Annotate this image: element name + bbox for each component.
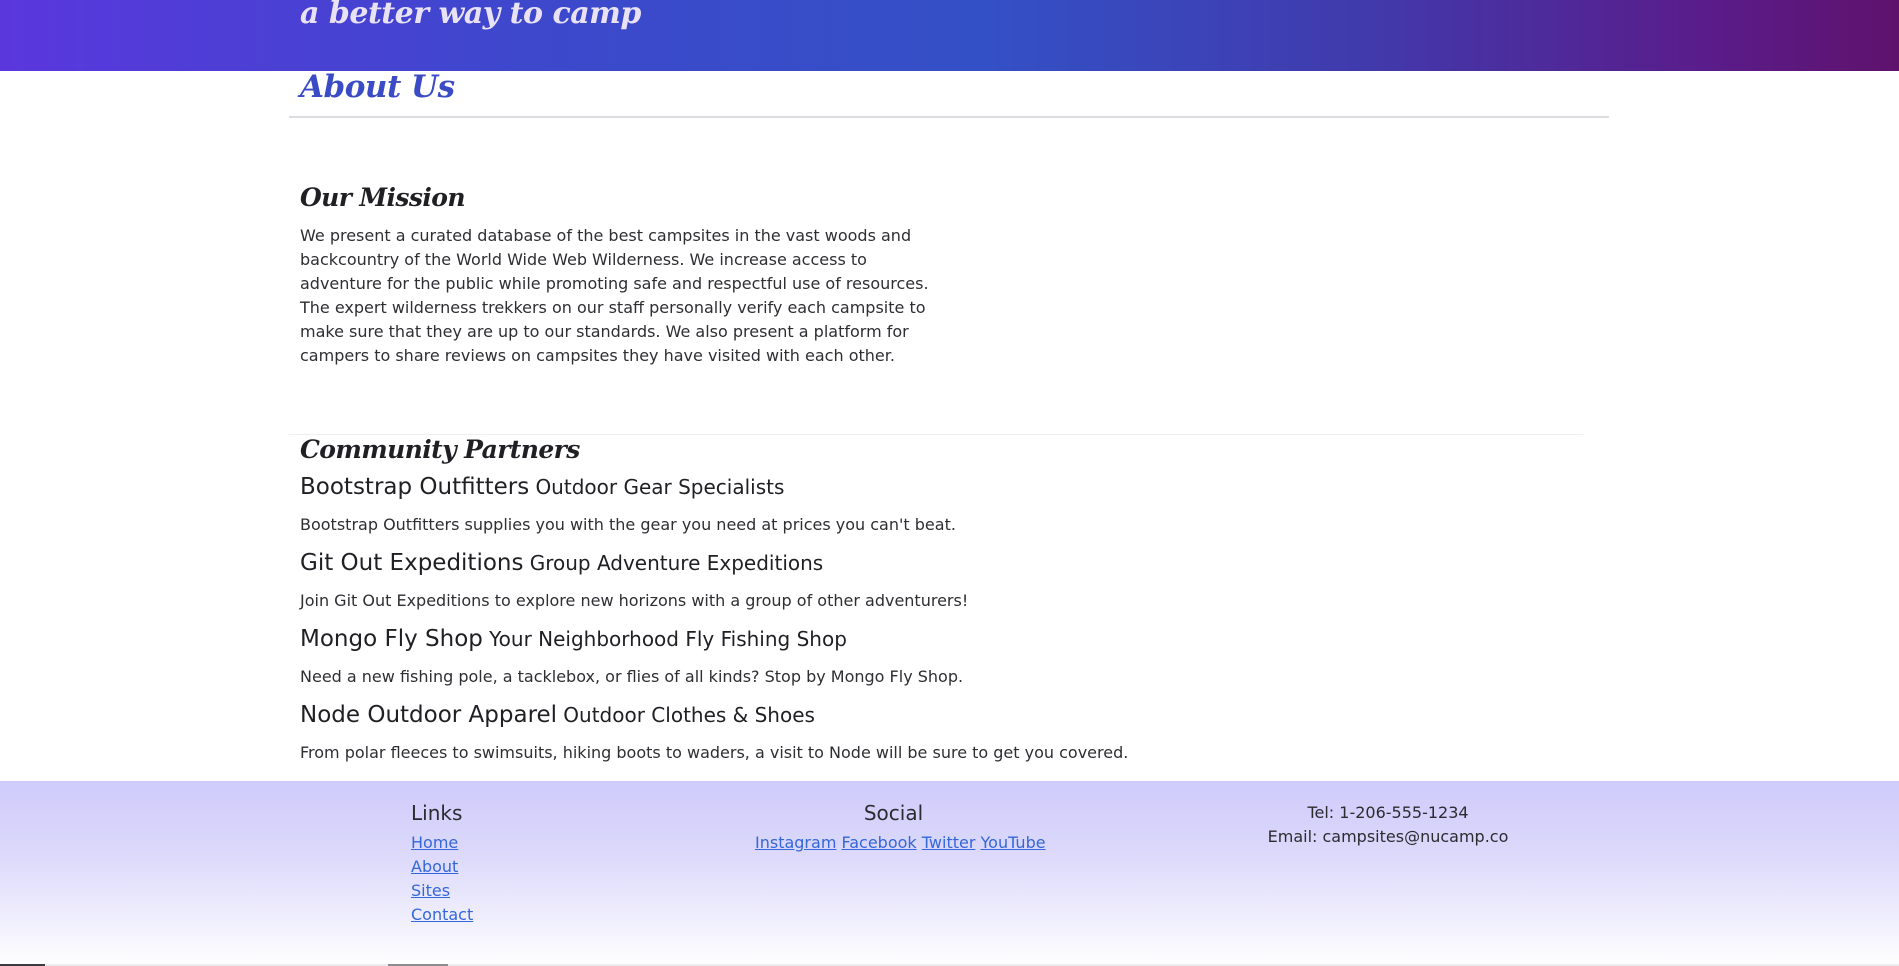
- footer-links-list: Home About Sites Contact: [411, 831, 473, 927]
- footer-social-column: Social Instagram Facebook Twitter YouTub…: [755, 799, 1046, 855]
- partner-description: Need a new fishing pole, a tacklebox, or…: [300, 667, 964, 686]
- footer-link-sites[interactable]: Sites: [411, 881, 450, 900]
- partner-description: Join Git Out Expeditions to explore new …: [300, 591, 969, 610]
- list-item: Contact: [411, 903, 473, 927]
- partner-tagline: Your Neighborhood Fly Fishing Shop: [489, 627, 847, 651]
- footer-contact-column: Tel: 1-206-555-1234 Email: campsites@nuc…: [1260, 801, 1516, 849]
- footer-social-heading: Social: [863, 801, 924, 825]
- partner-title: Git Out Expeditions Group Adventure Expe…: [300, 550, 823, 576]
- list-item: Home: [411, 831, 473, 855]
- partner-title: Node Outdoor Apparel Outdoor Clothes & S…: [300, 702, 815, 728]
- header-banner: a better way to camp: [0, 0, 1899, 71]
- partner-name: Git Out Expeditions: [300, 550, 524, 576]
- contact-email: Email: campsites@nucamp.co: [1267, 827, 1509, 846]
- partner-tagline: Outdoor Gear Specialists: [535, 475, 785, 499]
- social-link-twitter[interactable]: Twitter: [922, 833, 976, 852]
- social-link-instagram[interactable]: Instagram: [755, 833, 836, 852]
- site-footer: Links Home About Sites Contact Social In…: [0, 781, 1899, 966]
- social-link-facebook[interactable]: Facebook: [842, 833, 917, 852]
- partners-heading: Community Partners: [300, 435, 580, 464]
- partner-name: Node Outdoor Apparel: [300, 702, 558, 728]
- footer-links-heading: Links: [411, 801, 463, 825]
- partner-title: Mongo Fly Shop Your Neighborhood Fly Fis…: [300, 626, 847, 652]
- contact-phone: Tel: 1-206-555-1234: [1307, 803, 1469, 822]
- partner-description: Bootstrap Outfitters supplies you with t…: [300, 515, 956, 534]
- mission-heading: Our Mission: [300, 183, 466, 212]
- partner-name: Mongo Fly Shop: [300, 626, 483, 652]
- social-link-youtube[interactable]: YouTube: [981, 833, 1046, 852]
- footer-link-home[interactable]: Home: [411, 833, 458, 852]
- list-item: Sites: [411, 879, 473, 903]
- partner-description: From polar fleeces to swimsuits, hiking …: [300, 743, 1129, 762]
- page-title: About Us: [300, 69, 455, 105]
- list-item: About: [411, 855, 473, 879]
- partner-title: Bootstrap Outfitters Outdoor Gear Specia…: [300, 474, 784, 500]
- social-links: Instagram Facebook Twitter YouTube: [755, 831, 1046, 855]
- partner-tagline: Outdoor Clothes & Shoes: [563, 703, 815, 727]
- tagline: a better way to camp: [300, 0, 641, 31]
- partner-name: Bootstrap Outfitters: [300, 474, 530, 500]
- footer-links-column: Links Home About Sites Contact: [411, 799, 473, 927]
- mission-text: We present a curated database of the bes…: [300, 226, 929, 365]
- partner-tagline: Group Adventure Expeditions: [529, 551, 824, 575]
- footer-link-contact[interactable]: Contact: [411, 905, 473, 924]
- footer-link-about[interactable]: About: [411, 857, 458, 876]
- title-divider: [289, 116, 1609, 118]
